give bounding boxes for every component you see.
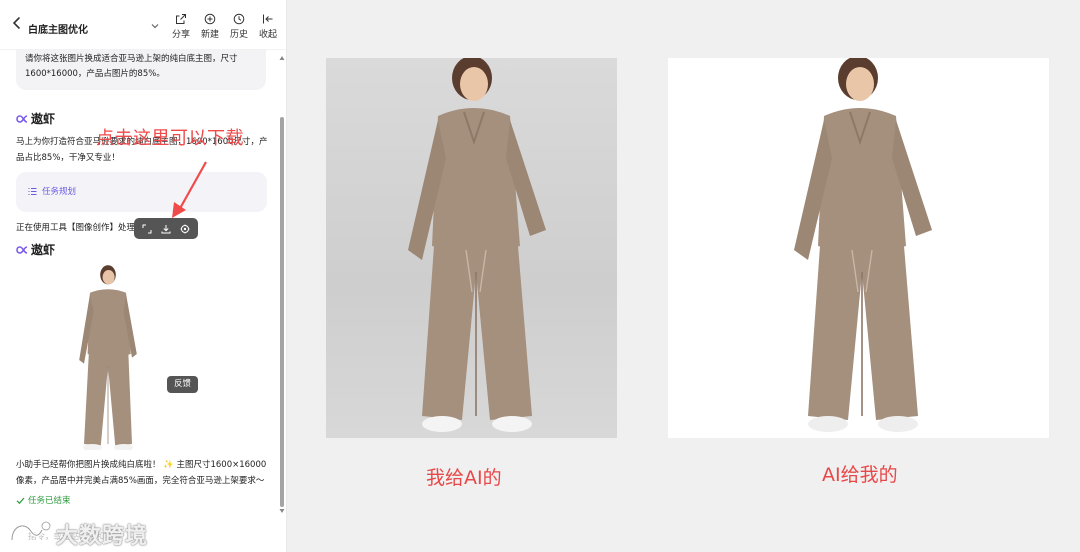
user-message: 请你将这张图片换成适合亚马逊上架的纯白底主图，尺寸1600*16000，产品占图… <box>16 50 266 90</box>
chevron-down-icon[interactable] <box>150 21 160 31</box>
task-done-label: 任务已结束 <box>28 496 71 506</box>
locate-icon[interactable] <box>180 224 190 234</box>
share-label: 分享 <box>171 30 190 40</box>
generated-image[interactable] <box>16 262 200 452</box>
chat-panel: 白底主图优化 分享 新建 历史 收起 请你将这张图片换成适合亚马逊上架的纯白底主… <box>0 0 287 552</box>
message-list: 请你将这张图片换成适合亚马逊上架的纯白底主图，尺寸1600*16000，产品占图… <box>0 50 286 520</box>
assistant-name: 遨虾 <box>31 112 56 126</box>
assistant-logo-icon <box>16 245 28 254</box>
conversation-title[interactable]: 白底主图优化 <box>28 21 88 36</box>
list-icon <box>28 188 37 195</box>
assistant-header-2: 遨虾 <box>16 241 55 258</box>
scrollbar[interactable] <box>279 55 285 515</box>
share-icon <box>176 14 186 24</box>
original-caption: 我给AI的 <box>426 467 502 489</box>
chat-header: 白底主图优化 分享 新建 历史 收起 <box>0 0 286 50</box>
scroll-up-icon[interactable] <box>279 55 285 61</box>
back-arrow-icon[interactable] <box>10 16 24 30</box>
model-figure-original <box>408 58 546 432</box>
collapse-label: 收起 <box>258 30 277 40</box>
scrollbar-thumb[interactable] <box>280 117 284 507</box>
original-photo <box>326 58 617 438</box>
assistant-header: 遨虾 <box>16 110 55 127</box>
history-label: 历史 <box>229 30 248 40</box>
task-plan-card[interactable]: 任务规划 <box>16 172 267 212</box>
scroll-down-icon[interactable] <box>279 508 285 514</box>
new-chat-icon <box>204 13 216 25</box>
task-plan-label: 任务规划 <box>42 187 77 197</box>
history-button[interactable]: 历史 <box>226 13 252 40</box>
collapse-icon <box>263 14 273 24</box>
download-icon[interactable] <box>161 224 171 234</box>
download-annotation: 点击这里可以下载 <box>96 128 244 149</box>
collapse-button[interactable]: 收起 <box>255 13 281 40</box>
watermark-text: 大数跨境 <box>56 524 149 549</box>
task-done-status: 任务已结束 <box>16 494 71 506</box>
expand-icon[interactable] <box>142 224 152 234</box>
result-message: 小助手已经帮你把图片换成纯白底啦！ ✨ 主图尺寸1600×16000像素，产品居… <box>16 460 267 486</box>
check-icon <box>16 497 25 504</box>
result-caption: AI给我的 <box>822 464 898 486</box>
new-chat-label: 新建 <box>200 30 219 40</box>
feedback-button[interactable]: 反馈 <box>167 376 198 393</box>
annotation-arrow <box>172 161 207 218</box>
share-button[interactable]: 分享 <box>168 13 194 40</box>
assistant-logo-icon <box>16 114 28 123</box>
white-background-photo <box>668 58 1049 438</box>
image-toolbar <box>134 218 198 239</box>
new-chat-button[interactable]: 新建 <box>197 13 223 40</box>
model-figure-small <box>79 265 137 452</box>
assistant-name: 遨虾 <box>31 243 56 257</box>
history-icon <box>233 13 245 25</box>
model-figure-result <box>794 58 932 432</box>
watermark-logo <box>10 521 51 541</box>
